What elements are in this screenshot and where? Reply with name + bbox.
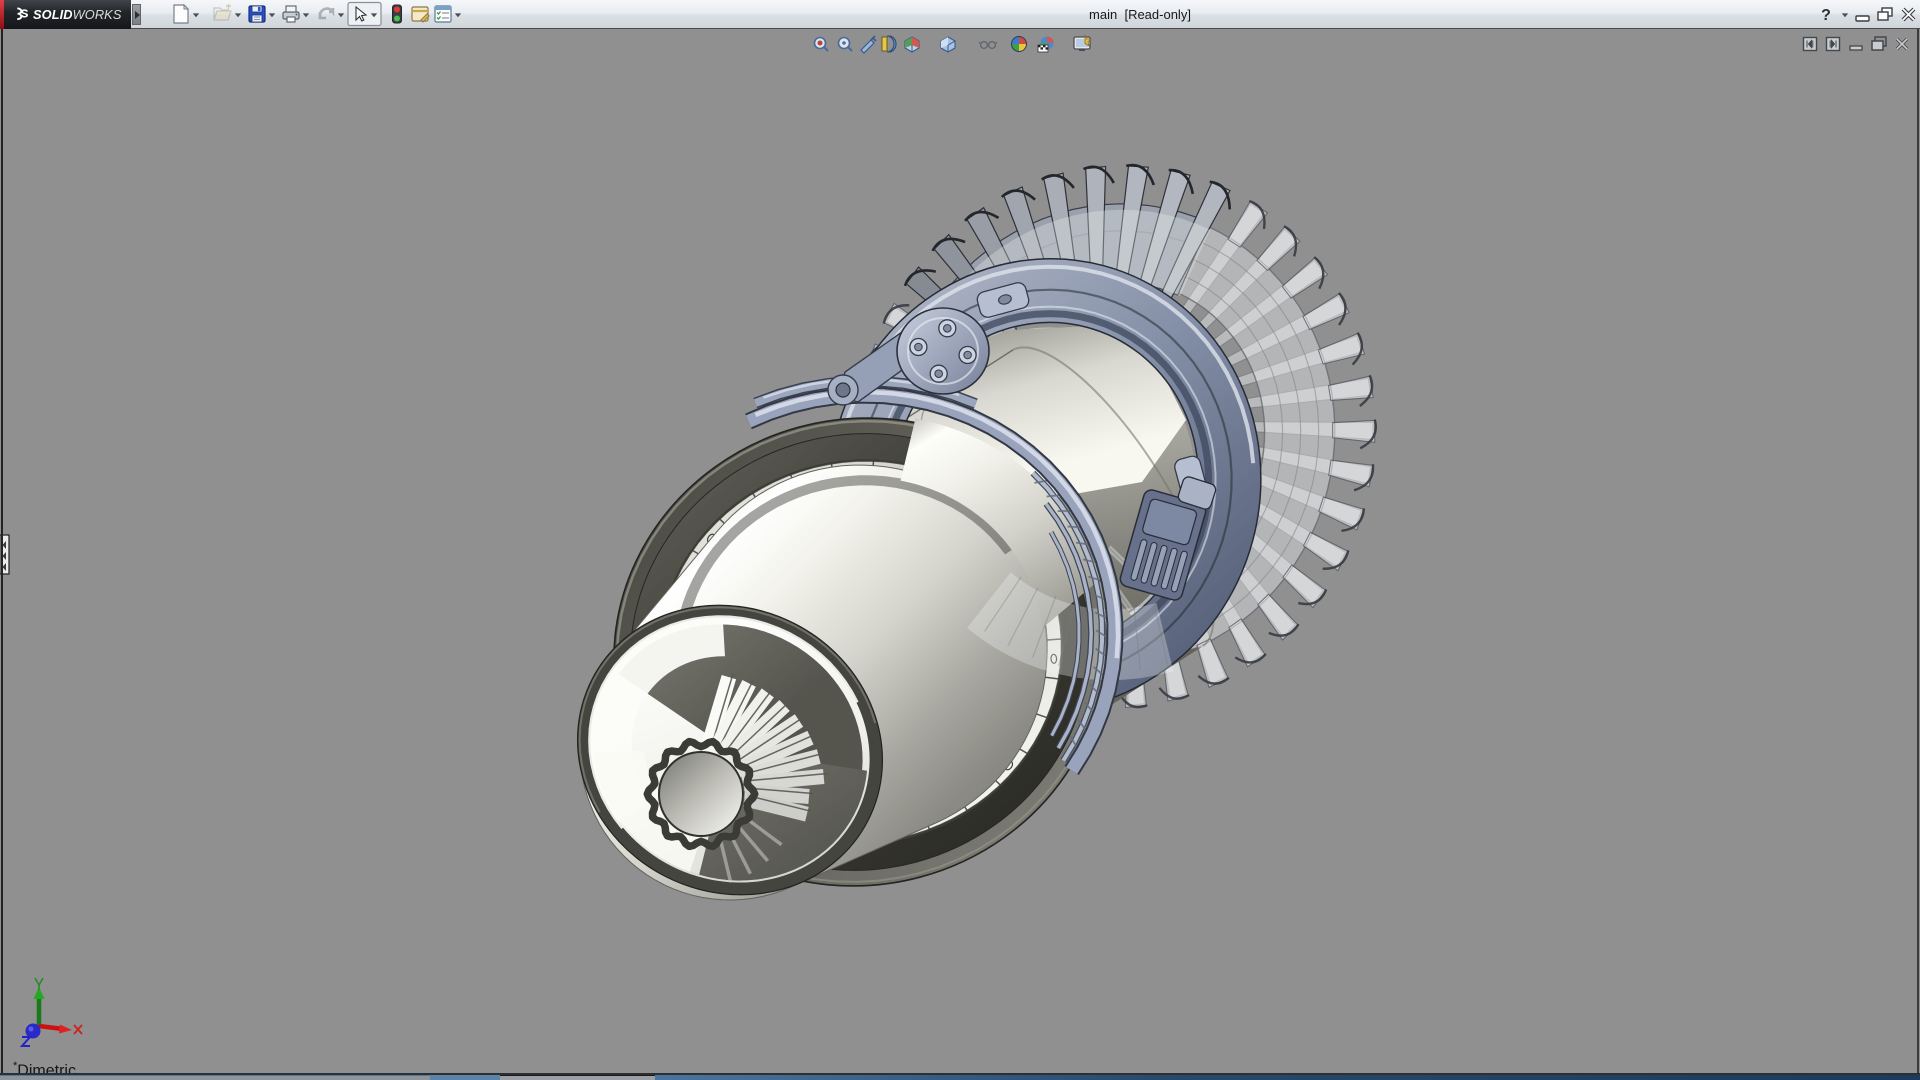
svg-text:?: ? [1821,7,1831,24]
svg-text:SOLIDWORKS: SOLIDWORKS [33,7,122,22]
